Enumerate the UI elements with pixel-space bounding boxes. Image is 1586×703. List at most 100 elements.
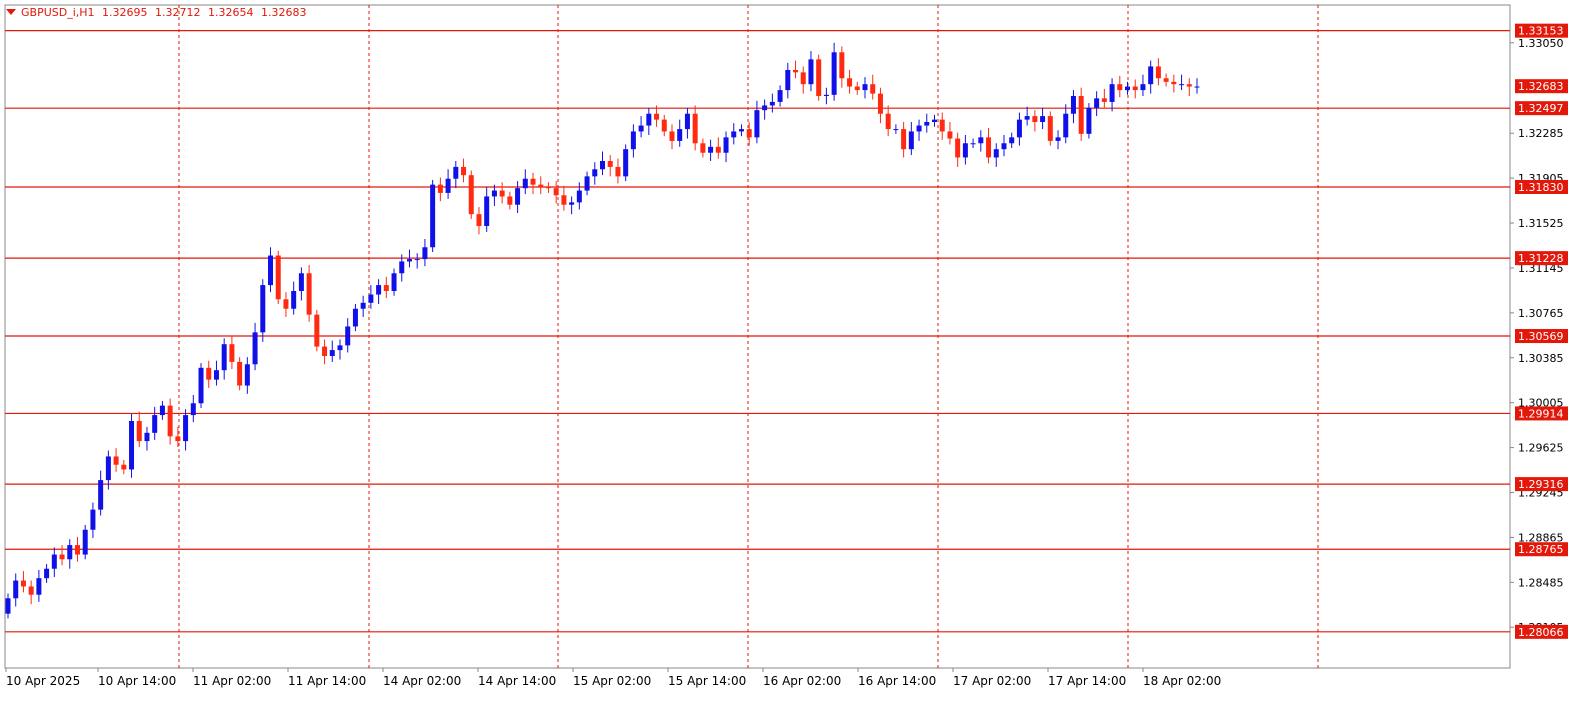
level-price-label: 1.31228 xyxy=(1518,252,1564,265)
candle-body xyxy=(167,405,173,437)
candle-body xyxy=(298,273,304,291)
candle-body xyxy=(67,545,73,560)
candle-body xyxy=(862,84,868,91)
candle-body xyxy=(800,72,806,85)
open-price: 1.32695 xyxy=(102,6,148,19)
candle-body xyxy=(260,285,266,333)
candle-body xyxy=(105,456,111,481)
candle-body xyxy=(345,326,351,346)
candle-body xyxy=(1132,86,1138,91)
candle-body xyxy=(1109,84,1115,102)
candle-body xyxy=(113,456,119,465)
candle-body xyxy=(970,143,976,145)
candle-body xyxy=(229,344,235,362)
candle-body xyxy=(545,187,551,189)
candle-body xyxy=(839,52,845,79)
chart-header: GBPUSD_i,H1 1.32695 1.32712 1.32654 1.32… xyxy=(6,6,311,19)
candle-body xyxy=(430,184,436,248)
candle-body xyxy=(669,131,675,141)
x-tick-label: 17 Apr 14:00 xyxy=(1048,674,1126,688)
candle-body xyxy=(831,52,837,95)
x-tick-label: 15 Apr 14:00 xyxy=(668,674,746,688)
candle-body xyxy=(1148,66,1154,85)
candle-body xyxy=(1163,78,1169,82)
candle-body xyxy=(74,545,80,555)
candle-body xyxy=(569,202,575,205)
candle-body xyxy=(700,143,706,153)
y-tick-label: 1.30765 xyxy=(1518,307,1564,320)
candle-body xyxy=(183,415,189,442)
candle-body xyxy=(476,214,482,226)
level-price-label: 1.31830 xyxy=(1518,181,1564,194)
y-tick-label: 1.28485 xyxy=(1518,576,1564,589)
candle-body xyxy=(1155,66,1161,79)
y-tick-label: 1.29625 xyxy=(1518,442,1564,455)
candle-body xyxy=(1101,98,1107,102)
candle-body xyxy=(499,190,505,197)
candle-body xyxy=(82,529,88,555)
candle-body xyxy=(654,113,660,120)
candle-body xyxy=(461,166,467,176)
level-price-label: 1.29316 xyxy=(1518,478,1564,491)
candle-body xyxy=(383,285,389,291)
candle-body xyxy=(939,119,945,132)
candle-body xyxy=(121,464,127,470)
x-tick-label: 11 Apr 14:00 xyxy=(288,674,366,688)
candle-body xyxy=(916,125,922,132)
candle-body xyxy=(607,161,613,167)
candle-body xyxy=(1001,143,1007,150)
candle-body xyxy=(715,146,721,153)
candle-body xyxy=(1125,86,1131,91)
candle-body xyxy=(1063,113,1069,138)
candle-body xyxy=(1179,84,1185,86)
candle-body xyxy=(445,178,451,193)
candle-body xyxy=(847,78,853,87)
level-price-label: 1.30569 xyxy=(1518,330,1564,343)
candle-body xyxy=(129,421,135,470)
current-price-label: 1.32683 xyxy=(1518,80,1564,93)
candle-body xyxy=(584,176,590,191)
candle-body xyxy=(244,364,250,386)
candle-body xyxy=(816,59,822,96)
candle-body xyxy=(159,405,165,416)
candle-body xyxy=(630,131,636,150)
candle-body xyxy=(515,188,521,205)
close-price: 1.32683 xyxy=(261,6,307,19)
candle-body xyxy=(738,129,744,132)
candle-body xyxy=(947,131,953,139)
candle-body xyxy=(468,175,474,215)
candle-body xyxy=(684,113,690,130)
candle-body xyxy=(337,345,343,351)
candle-body xyxy=(908,131,914,150)
candle-body xyxy=(955,138,961,158)
x-tick-label: 16 Apr 02:00 xyxy=(763,674,841,688)
level-price-label: 1.29914 xyxy=(1518,407,1564,420)
candle-body xyxy=(437,184,443,193)
candle-body xyxy=(391,273,397,291)
candle-body xyxy=(268,255,274,286)
candle-body xyxy=(553,188,559,196)
candle-body xyxy=(854,86,860,91)
candle-body xyxy=(522,178,528,189)
high-price: 1.32712 xyxy=(155,6,201,19)
candle-body xyxy=(530,178,536,185)
level-price-label: 1.33153 xyxy=(1518,25,1564,38)
candle-body xyxy=(576,190,582,203)
candle-body xyxy=(291,291,297,309)
candle-body xyxy=(13,580,19,599)
candle-body xyxy=(368,294,374,303)
candle-body xyxy=(1140,84,1146,91)
candle-body xyxy=(491,190,497,197)
level-price-label: 1.28765 xyxy=(1518,543,1564,556)
candle-body xyxy=(20,580,26,587)
candle-body xyxy=(623,149,629,177)
collapse-triangle-icon[interactable] xyxy=(6,9,16,15)
candle-body xyxy=(5,598,11,614)
candle-body xyxy=(1078,96,1084,134)
candle-body xyxy=(1186,84,1192,87)
x-tick-label: 17 Apr 02:00 xyxy=(953,674,1031,688)
candle-body xyxy=(314,314,320,347)
candle-body xyxy=(870,84,876,94)
candle-body xyxy=(484,196,490,226)
candle-body xyxy=(98,480,104,510)
